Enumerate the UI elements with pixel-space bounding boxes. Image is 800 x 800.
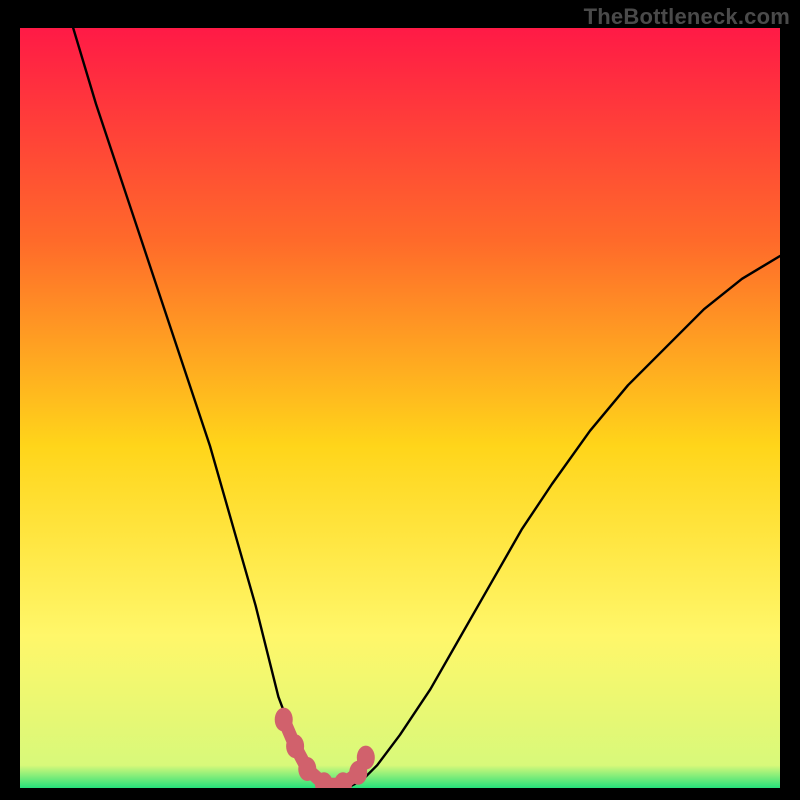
marker-point	[298, 757, 316, 781]
marker-point	[357, 746, 375, 770]
chart-frame: TheBottleneck.com	[0, 0, 800, 800]
plot-area	[20, 28, 780, 788]
watermark-text: TheBottleneck.com	[584, 4, 790, 30]
gradient-background	[20, 28, 780, 788]
chart-svg	[20, 28, 780, 788]
marker-point	[275, 708, 293, 732]
marker-point	[286, 734, 304, 758]
